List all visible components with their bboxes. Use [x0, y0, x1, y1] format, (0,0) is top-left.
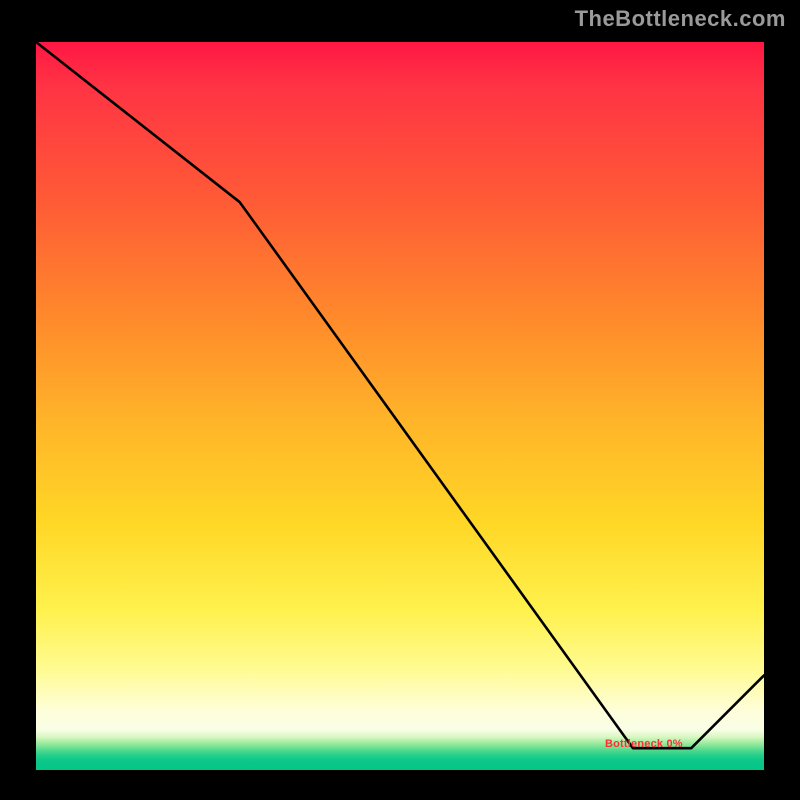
plot-area: Bottleneck 0% — [36, 42, 764, 770]
bottleneck-annotation: Bottleneck 0% — [605, 738, 683, 750]
chart-frame: TheBottleneck.com Bottleneck 0% — [0, 0, 800, 800]
plot-border: Bottleneck 0% — [28, 34, 772, 778]
watermark-text: TheBottleneck.com — [575, 6, 786, 32]
line-series — [36, 42, 764, 770]
